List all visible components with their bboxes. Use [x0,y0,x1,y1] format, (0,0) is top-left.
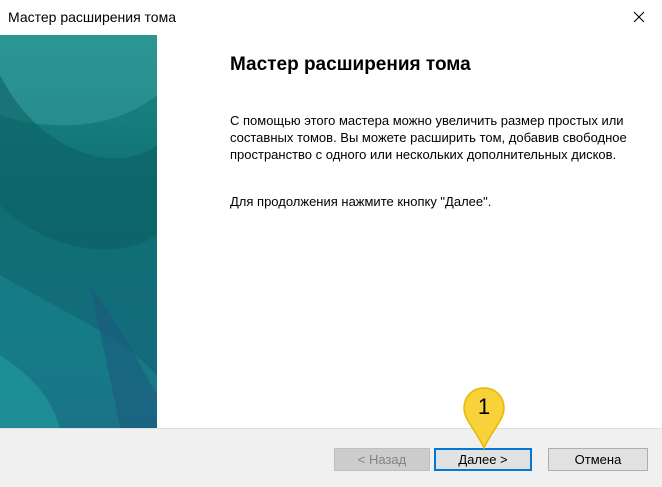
title-bar: Мастер расширения тома [0,0,662,34]
page-title: Мастер расширения тома [230,54,471,75]
banner-wave-graphic [0,35,157,428]
close-icon [633,11,645,23]
banner-divider [157,35,161,428]
close-button[interactable] [616,0,662,34]
wizard-side-banner [0,35,157,428]
next-button[interactable]: Далее > [434,448,532,471]
back-button[interactable]: < Назад [334,448,430,471]
window-title: Мастер расширения тома [8,9,176,25]
step-number: 1 [477,394,491,419]
wizard-footer: < Назад Далее > Отмена [0,428,662,487]
description-text: С помощью этого мастера можно увеличить … [230,113,627,162]
wizard-content: Мастер расширения тома С помощью этого м… [162,35,662,428]
step-marker: 1 [462,386,506,450]
cancel-button[interactable]: Отмена [548,448,648,471]
instruction-text: Для продолжения нажмите кнопку "Далее". [230,194,492,209]
